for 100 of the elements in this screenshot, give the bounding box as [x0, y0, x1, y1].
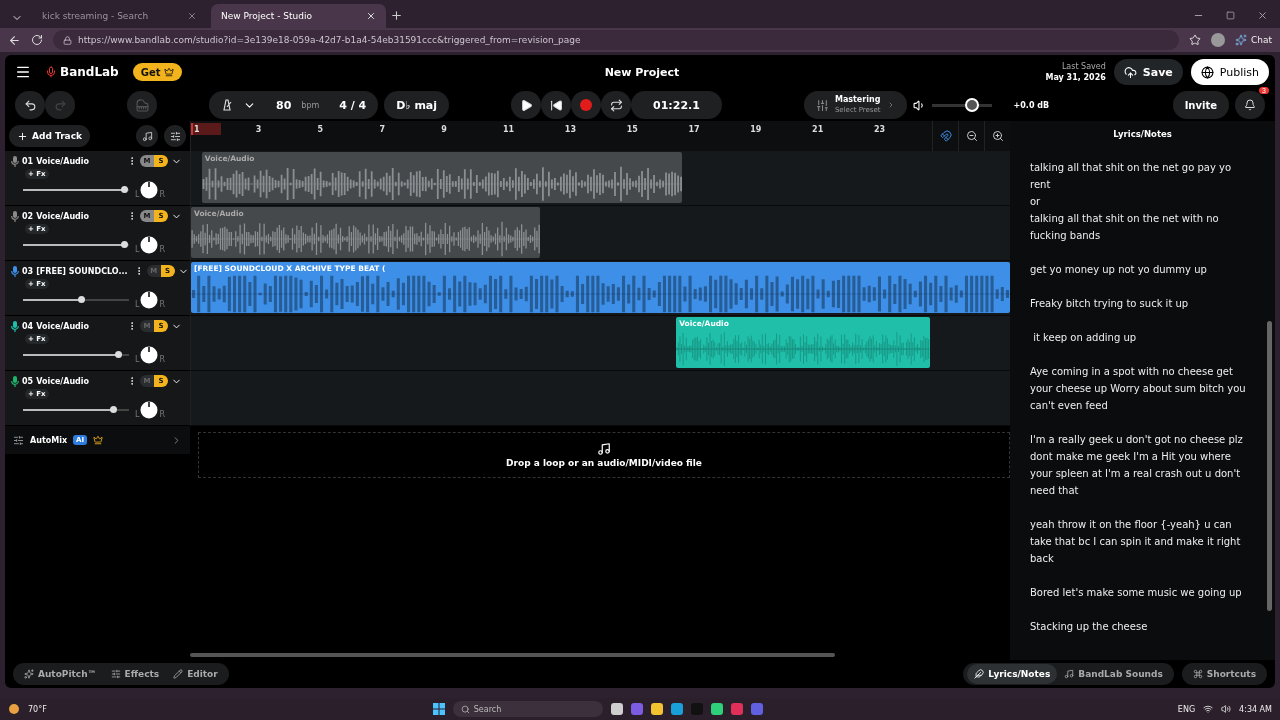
slider-thumb[interactable]	[964, 98, 979, 112]
clock[interactable]: 4:34 AM	[1239, 704, 1272, 714]
app-icon[interactable]	[610, 703, 623, 715]
settings-button[interactable]	[164, 125, 186, 147]
track-name[interactable]: [FREE] SOUNDCLO...	[36, 266, 128, 276]
lyrics-line: or	[1030, 195, 1042, 209]
lyrics-title: Lyrics/Notes	[1112, 128, 1173, 141]
close-icon[interactable]	[187, 11, 197, 21]
star-icon[interactable]	[1188, 34, 1201, 46]
slider-thumb[interactable]	[110, 406, 118, 413]
windows-logo-icon[interactable]	[432, 703, 445, 715]
slider-thumb[interactable]	[120, 186, 128, 193]
app-icon[interactable]	[710, 703, 723, 715]
publish-button[interactable]: Publish	[1190, 59, 1269, 85]
mastering-title: Mastering	[834, 95, 881, 105]
lyrics-line: it keep on adding up	[1032, 331, 1138, 345]
close-icon[interactable]	[366, 11, 376, 21]
track-number: 01	[22, 156, 34, 166]
undo-icon	[23, 98, 37, 112]
track-number: 02	[22, 211, 34, 221]
track-number: 04	[22, 321, 34, 331]
pan-knob[interactable]	[140, 181, 159, 199]
tuner-button[interactable]	[136, 125, 158, 147]
last-saved-date: May 31, 2026	[1045, 72, 1106, 83]
panel-tab[interactable]: BandLab Sounds	[1057, 664, 1170, 684]
logo[interactable]: BandLab	[45, 65, 119, 79]
undo-button[interactable]	[15, 91, 45, 119]
bar-number: 23	[873, 125, 886, 134]
lyrics-line: Stacking up the cheese	[1030, 620, 1149, 634]
panel-tab[interactable]: Effects	[103, 664, 167, 684]
track-name[interactable]: Voice/Audio	[36, 321, 90, 331]
restore-icon[interactable]	[1226, 11, 1235, 20]
scrollbar-thumb[interactable]	[1267, 321, 1272, 611]
sparkles-icon	[1234, 34, 1247, 46]
pan-left-label: L	[135, 411, 140, 419]
play-icon	[519, 98, 533, 112]
pan-left-label: L	[135, 191, 140, 199]
tempo-control[interactable]: 80 bpm 4 / 4	[209, 91, 379, 119]
pan-knob[interactable]	[140, 401, 159, 419]
close-icon[interactable]	[1257, 10, 1268, 21]
lyrics-line: talking all that shit on the net with no fucking bands	[1030, 212, 1220, 243]
slider-thumb[interactable]	[120, 241, 128, 248]
panel-tab[interactable]: Editor	[166, 664, 225, 684]
last-saved-label: Last Saved	[1061, 61, 1106, 72]
volume-icon[interactable]	[1221, 704, 1232, 714]
browser-tab[interactable]: kick streaming - Search	[32, 4, 207, 28]
browser-tab[interactable]: New Project - Studio	[211, 4, 386, 28]
bar-number: 9	[441, 125, 447, 134]
sliders-icon	[110, 669, 121, 679]
magnet-icon	[939, 130, 952, 142]
key-selector[interactable]: D♭ maj	[384, 91, 450, 119]
plus-icon	[17, 130, 28, 142]
slider-thumb[interactable]	[78, 296, 86, 303]
new-tab-icon[interactable]	[390, 9, 403, 22]
skip-back-button[interactable]	[541, 91, 572, 119]
timeline-ruler[interactable]: 1 3 5 7 9 11 13 15 17 19 21 23	[190, 121, 1010, 151]
panel-tab[interactable]: Lyrics/Notes	[967, 664, 1058, 684]
language-indicator[interactable]: ENG	[1177, 704, 1196, 714]
track-number: 03	[22, 266, 34, 276]
pan-knob[interactable]	[140, 346, 159, 364]
automix-label[interactable]: AutoMix	[30, 435, 68, 445]
menu-icon[interactable]	[15, 64, 31, 80]
record-icon	[580, 99, 593, 111]
scrollbar-thumb[interactable]	[190, 653, 835, 657]
bar-number: 13	[564, 125, 576, 134]
play-button[interactable]	[511, 91, 542, 119]
wifi-icon[interactable]	[1203, 704, 1214, 714]
piano-button[interactable]	[127, 91, 157, 119]
invite-button[interactable]: Invite	[1172, 91, 1229, 119]
app-icon[interactable]	[670, 703, 683, 715]
track-name[interactable]: Voice/Audio	[36, 211, 90, 221]
track-name[interactable]: Voice/Audio	[36, 376, 90, 386]
taskbar-search[interactable]: Search	[452, 701, 603, 717]
volume-icon[interactable]	[912, 98, 926, 112]
address-field[interactable]: https://www.bandlab.com/studio?id=3e139e18-059a-42d7-b1a4-54eb31591ccc&triggered_from=revision_page	[53, 30, 1179, 50]
chat-button[interactable]: Chat	[1234, 34, 1272, 46]
panel-tab[interactable]: AutoPitch™	[17, 664, 104, 684]
drop-zone[interactable]: Drop a loop or an audio/MIDI/video file	[198, 432, 1010, 478]
add-track-button[interactable]: Add Track	[9, 125, 90, 147]
record-button[interactable]	[571, 91, 602, 119]
pan-knob[interactable]	[140, 236, 159, 254]
save-button[interactable]: Save	[1113, 59, 1183, 85]
app-icon[interactable]	[650, 703, 663, 715]
loop-button[interactable]	[601, 91, 632, 119]
bar-number: 3	[255, 125, 262, 134]
profile-avatar[interactable]	[1210, 33, 1225, 47]
track-name[interactable]: Voice/Audio	[36, 156, 90, 166]
tempo-value: 80	[276, 98, 292, 112]
slider-thumb[interactable]	[115, 351, 123, 358]
back-icon[interactable]	[8, 33, 21, 47]
reload-icon[interactable]	[31, 34, 43, 46]
bell-icon	[1244, 99, 1256, 111]
lyrics-line: Aye coming in a spot with no cheese get your cheese up Worry about sum bitch you can't even feed	[1030, 365, 1247, 413]
get-button[interactable]: Get	[132, 63, 182, 81]
bar-number: 11	[503, 125, 515, 134]
playhead-marker[interactable]	[191, 123, 221, 135]
time-display: 01:22.1	[631, 91, 722, 119]
redo-icon	[53, 98, 67, 112]
metronome-icon	[221, 99, 233, 111]
pan-knob[interactable]	[140, 291, 159, 309]
